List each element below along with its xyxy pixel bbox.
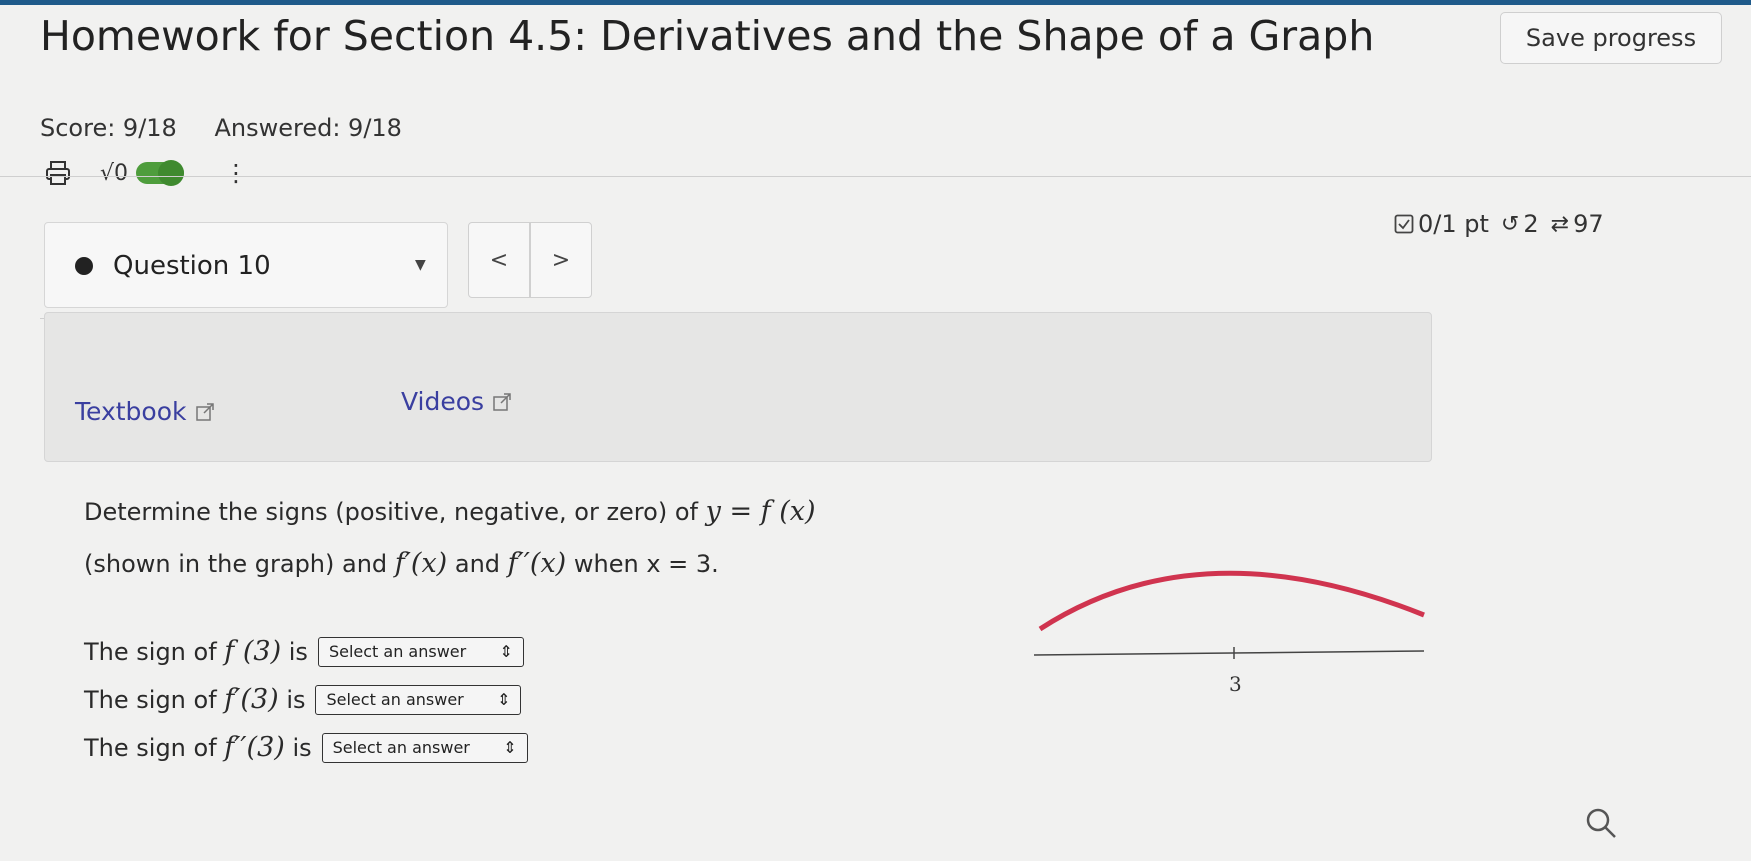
select-arrows-icon: ⇕ [499,642,513,661]
prompt-text: when [573,550,639,578]
answer-select-value: Select an answer [328,642,467,661]
prompt-math: y = f (x) [705,496,816,527]
sign-row: The sign of f′′(3) is Select an answer ⇕ [84,732,528,763]
points-text: 0/1 pt [1418,210,1489,238]
sqrt-icon[interactable]: √0 [100,161,128,186]
sign-prefix: The sign of [84,637,217,666]
resources-panel: Textbook Videos [44,312,1432,462]
question-meta: 0/1 pt ↺ 2 ⇄ 97 [1394,210,1604,238]
graph-curve [1038,570,1425,632]
sign-suffix: is [288,637,308,666]
answered-text: Answered: 9/18 [214,114,402,142]
prompt-line-1: Determine the signs (positive, negative,… [84,486,816,538]
prompt-line-2: (shown in the graph) and f′(x) and f′′(x… [84,538,816,590]
next-question-button[interactable]: > [530,222,592,298]
sign-row: The sign of f′(3) is Select an answer ⇕ [84,684,522,715]
attempts-icon: ⇄ [1550,211,1570,237]
score-text: Score: 9/18 [40,114,177,142]
checkbox-icon [1394,214,1414,234]
x-axis [1033,650,1425,656]
question-status-dot [75,257,93,275]
top-accent-bar [0,0,1751,5]
attempts-count: 97 [1573,210,1604,238]
toggle-switch[interactable] [136,160,185,186]
answer-select[interactable]: Select an answer ⇕ [315,684,522,715]
answer-select[interactable]: Select an answer ⇕ [321,732,528,763]
question-select[interactable]: Question 10 ▼ [44,222,448,308]
sign-row: The sign of f (3) is Select an answer ⇕ [84,636,524,667]
answer-select-value: Select an answer [332,738,470,757]
x-tick-label: 3 [1229,672,1242,696]
more-vertical-icon[interactable]: ⋮ [224,159,248,187]
answer-select[interactable]: Select an answer ⇕ [317,636,524,667]
function-graph: 3 [1033,570,1425,696]
videos-label: Videos [401,387,485,416]
external-link-icon [493,392,511,411]
question-label: Question 10 [113,251,271,281]
prompt-math: f′′(x) [507,548,567,579]
caret-down-icon: ▼ [415,257,426,273]
sign-expression: f′(3) [224,684,279,715]
search-icon[interactable] [1584,806,1618,840]
prompt-math: f′(x) [394,548,448,579]
print-icon[interactable] [44,159,72,187]
prompt-text: Determine the signs (positive, negative,… [84,498,698,526]
sign-prefix: The sign of [84,733,217,762]
divider [0,176,1751,177]
textbook-link[interactable]: Textbook [75,397,215,426]
videos-link[interactable]: Videos [401,387,512,416]
textbook-label: Textbook [75,397,187,426]
prompt-condition: x = 3. [646,550,719,578]
select-arrows-icon: ⇕ [497,690,511,709]
prompt-text: (shown in the graph) and [84,550,388,578]
sign-expression: f′′(3) [224,732,285,763]
tool-row: √0 ⋮ [44,156,248,190]
problem-prompt: Determine the signs (positive, negative,… [84,486,816,590]
prev-question-button[interactable]: < [468,222,530,298]
answer-select-value: Select an answer [326,690,464,709]
external-link-icon [195,402,214,421]
retry-icon: ↺ [1500,211,1520,237]
sign-prefix: The sign of [84,685,217,714]
sign-suffix: is [286,685,306,714]
sign-expression: f (3) [224,636,282,667]
retries-count: 2 [1523,210,1539,238]
prompt-text: and [454,550,501,578]
save-progress-button[interactable]: Save progress [1500,12,1722,64]
select-arrows-icon: ⇕ [503,738,517,757]
score-line: Score: 9/18 Answered: 9/18 [40,114,402,142]
sign-suffix: is [292,733,312,762]
page-title: Homework for Section 4.5: Derivatives an… [40,12,1375,60]
